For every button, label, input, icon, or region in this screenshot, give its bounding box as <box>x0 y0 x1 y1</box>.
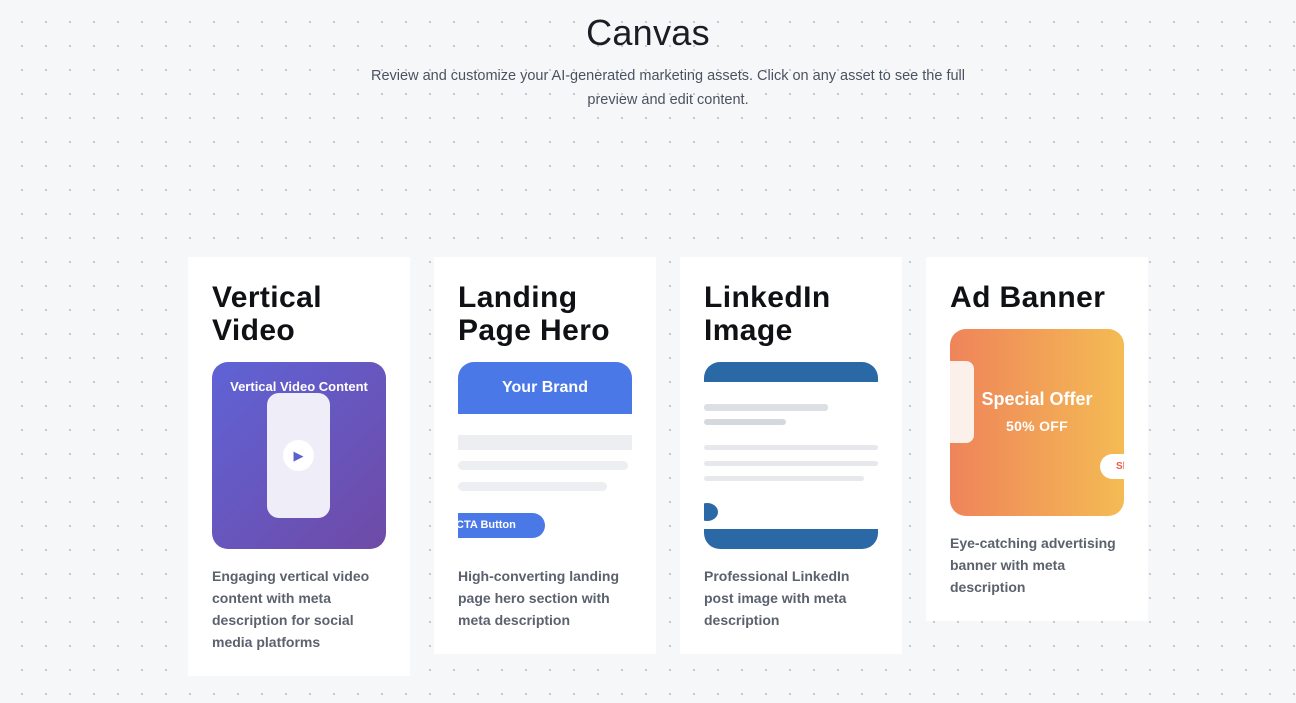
linkedin-footer-bar <box>704 529 878 549</box>
asset-card-linkedin-image[interactable]: LinkedIn Image Professional LinkedIn pos… <box>680 257 902 654</box>
card-description: Professional LinkedIn post image with me… <box>704 568 850 628</box>
ad-headline: Special Offer <box>981 389 1093 409</box>
play-icon[interactable]: ▶ <box>283 440 314 471</box>
card-title-line: Image <box>704 314 793 347</box>
card-title-line: Landing <box>458 281 578 314</box>
shop-now-button[interactable]: Shop Now <box>1100 454 1124 479</box>
card-title-line: Ad Banner <box>950 281 1106 314</box>
card-description: Eye-catching advertising banner with met… <box>950 535 1116 595</box>
asset-card-ad-banner[interactable]: Ad Banner Special Offer 50% OFF Shop Now… <box>926 257 1148 621</box>
ad-discount: 50% OFF <box>1005 418 1068 434</box>
card-title: Ad Banner <box>950 281 1124 314</box>
cta-button[interactable]: CTA Button <box>458 513 545 538</box>
asset-card-landing-page-hero[interactable]: Landing Page Hero Your Brand CTA Button … <box>434 257 656 654</box>
card-title-line: Page Hero <box>458 314 610 347</box>
linkedin-header-bar <box>704 362 878 382</box>
content-placeholder-bar <box>458 482 607 491</box>
card-title-line: Video <box>212 314 296 347</box>
content-placeholder-bar <box>458 435 632 450</box>
card-title: Landing Page Hero <box>458 281 632 347</box>
text-placeholder-bar <box>704 404 828 411</box>
text-placeholder-bar <box>704 461 878 466</box>
text-placeholder-bar <box>704 445 878 450</box>
page-title: Canvas <box>586 12 710 53</box>
landing-hero-preview[interactable]: Your Brand CTA Button <box>458 362 632 549</box>
linkedin-image-preview[interactable] <box>704 362 878 549</box>
card-title: LinkedIn Image <box>704 281 878 347</box>
card-title-line: LinkedIn <box>704 281 831 314</box>
ad-banner-preview[interactable]: Special Offer 50% OFF Shop Now <box>950 329 1124 516</box>
content-placeholder-bar <box>458 461 628 470</box>
card-description: Engaging vertical video content with met… <box>212 568 370 650</box>
avatar <box>704 503 718 521</box>
page-subtitle: Review and customize your AI-generated m… <box>371 68 965 108</box>
card-title-line: Vertical <box>212 281 322 314</box>
brand-header: Your Brand <box>458 362 632 414</box>
text-placeholder-bar <box>704 419 786 425</box>
text-placeholder-bar <box>704 476 864 481</box>
asset-card-vertical-video[interactable]: Vertical Video Vertical Video Content ▶ … <box>188 257 410 676</box>
card-description: High-converting landing page hero sectio… <box>458 568 619 628</box>
card-title: Vertical Video <box>212 281 386 347</box>
vertical-video-preview[interactable]: Vertical Video Content ▶ <box>212 362 386 549</box>
phone-mockup: ▶ <box>267 393 330 518</box>
video-preview-label: Vertical Video Content <box>230 379 368 394</box>
